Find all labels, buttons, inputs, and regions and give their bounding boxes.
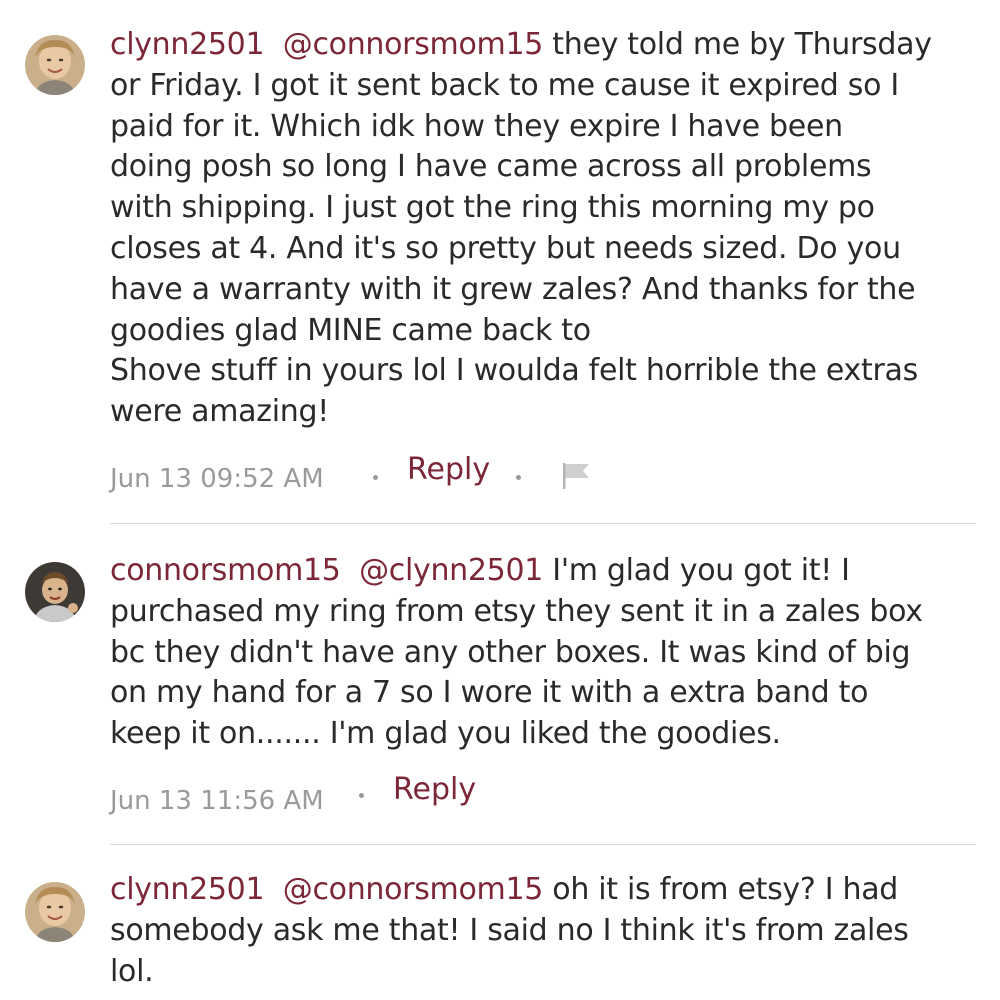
comment-text-line: with shipping. I just got the ring this … (110, 190, 875, 226)
comment-text-line: doing posh so long I have came across al… (110, 149, 872, 185)
comment-divider (110, 844, 976, 845)
comment-text: connorsmom15 @clynn2501 I'm glad you got… (110, 551, 990, 755)
comment-text-first-line: they told me by Thursday (543, 27, 932, 62)
comment-mention[interactable]: @connorsmom15 (283, 872, 544, 907)
user-avatar-photo-icon (25, 882, 85, 942)
comment-text-first-line: oh it is from etsy? I had (543, 872, 899, 907)
user-avatar[interactable] (25, 562, 85, 622)
comment-text-line: somebody ask me that! I said no I think … (110, 912, 909, 948)
comments-page: clynn2501 @connorsmom15 they told me by … (0, 0, 1000, 1000)
comment-username[interactable]: clynn2501 (110, 872, 265, 907)
comment-text-line: paid for it. Which idk how they expire I… (110, 108, 843, 144)
reply-button[interactable]: Reply (393, 772, 476, 807)
comment-text-line: have a warranty with it grew zales? And … (110, 271, 916, 307)
comment-timestamp: Jun 13 09:52 AM (110, 464, 324, 494)
user-avatar[interactable] (25, 35, 85, 95)
meta-separator-dot (373, 475, 378, 480)
comment-text-line: goodies glad MINE came back to (110, 312, 591, 348)
comment-text-line: Shove stuff in yours lol I woulda felt h… (110, 353, 918, 389)
comment-text-line: lol. (110, 953, 154, 989)
comment-mention[interactable]: @connorsmom15 (283, 27, 544, 62)
user-avatar-photo-icon (25, 562, 85, 622)
comment-text-line: closes at 4. And it's so pretty but need… (110, 230, 901, 266)
comment-text-line: bc they didn't have any other boxes. It … (110, 634, 911, 670)
comment-text-line: purchased my ring from etsy they sent it… (110, 593, 923, 629)
comment-username[interactable]: clynn2501 (110, 27, 265, 62)
comment-text: clynn2501 @connorsmom15 oh it is from et… (110, 870, 990, 992)
comment-text-line: keep it on....... I'm glad you liked the… (110, 716, 781, 752)
meta-separator-dot (359, 793, 364, 798)
user-avatar-photo-icon (25, 35, 85, 95)
flag-icon[interactable] (561, 461, 591, 491)
comment-timestamp: Jun 13 11:56 AM (110, 786, 324, 816)
comment-divider (110, 523, 976, 524)
reply-button[interactable]: Reply (407, 452, 490, 487)
comment-text-line: or Friday. I got it sent back to me caus… (110, 67, 899, 103)
comment-mention[interactable]: @clynn2501 (359, 553, 543, 588)
comment-username[interactable]: connorsmom15 (110, 553, 341, 588)
meta-separator-dot (516, 475, 521, 480)
comment-text: clynn2501 @connorsmom15 they told me by … (110, 25, 990, 433)
comment-text-line: on my hand for a 7 so I wore it with a e… (110, 675, 869, 711)
user-avatar[interactable] (25, 882, 85, 942)
comment-text-first-line: I'm glad you got it! I (543, 553, 850, 588)
comment-text-line: were amazing! (110, 394, 329, 430)
